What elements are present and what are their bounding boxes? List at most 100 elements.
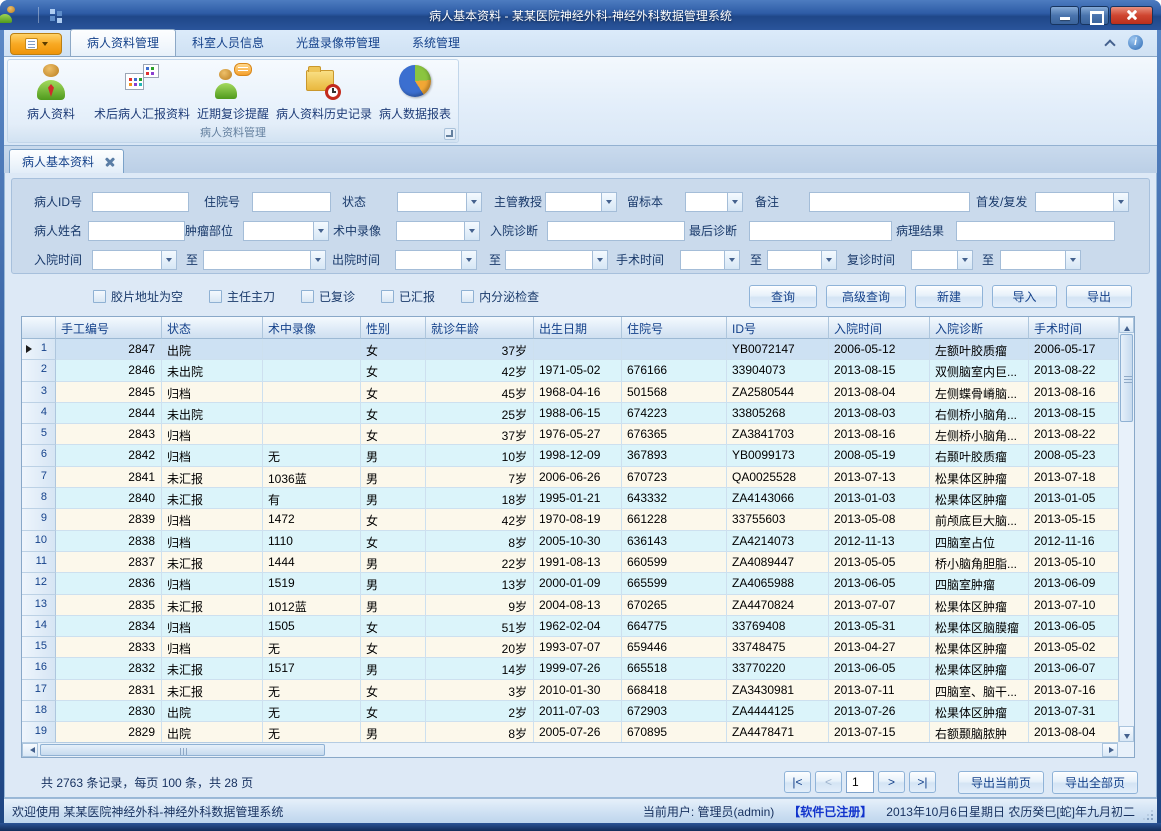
row-header[interactable]: 11 [22,552,56,573]
scroll-down-button[interactable] [1119,726,1134,742]
action-button[interactable]: 导入 [992,285,1057,308]
combo-dropdown-button[interactable] [313,222,328,240]
filter-input[interactable] [252,192,331,212]
column-header[interactable]: 就诊年龄 [426,317,534,339]
column-header[interactable]: 手工编号 [56,317,162,339]
filter-combo[interactable] [397,192,482,212]
ribbon-button-reminder[interactable]: 近期复诊提醒 [192,62,274,124]
column-header[interactable]: 入院诊断 [930,317,1029,339]
checkbox[interactable] [93,290,106,303]
table-row[interactable]: 132835未汇报1012蓝男9岁2004-08-13670265ZA44708… [22,595,1134,616]
filter-combo[interactable] [767,250,837,270]
column-header[interactable]: 术中录像 [263,317,361,339]
first-page-button[interactable]: |< [784,771,811,793]
quick-access-icon[interactable] [49,8,63,22]
export-current-page-button[interactable]: 导出当前页 [958,771,1044,794]
table-row[interactable]: 82840未汇报有男18岁1995-01-21643332ZA414306620… [22,488,1134,509]
table-row[interactable]: 42844未出院女25岁1988-06-15674223338052682013… [22,403,1134,424]
row-header[interactable]: 3 [22,382,56,403]
table-row[interactable]: 122836归档1519男13岁2000-01-09665599ZA406598… [22,573,1134,594]
column-header[interactable]: 住院号 [622,317,727,339]
filter-combo[interactable] [92,250,177,270]
table-row[interactable]: 162832未汇报1517男14岁1999-07-266655183377022… [22,658,1134,679]
checkbox[interactable] [209,290,222,303]
checkbox-item[interactable]: 已汇报 [381,288,435,305]
table-row[interactable]: 112837未汇报1444男22岁1991-08-13660599ZA40894… [22,552,1134,573]
collapse-ribbon-icon[interactable] [1105,40,1114,46]
ribbon-tab[interactable]: 光盘录像带管理 [280,30,396,56]
row-header[interactable]: 8 [22,488,56,509]
row-header[interactable]: 13 [22,595,56,616]
table-row[interactable]: 152833归档无女20岁1993-07-0765944633748475201… [22,637,1134,658]
table-row[interactable]: 12847出院女37岁YB00721472006-05-12左额叶胶质瘤2006… [22,339,1134,360]
row-header[interactable]: 5 [22,424,56,445]
row-header[interactable]: 18 [22,701,56,722]
checkbox-item[interactable]: 主任主刀 [209,288,275,305]
filter-input[interactable] [956,221,1115,241]
checkbox[interactable] [461,290,474,303]
combo-dropdown-button[interactable] [464,222,479,240]
combo-dropdown-button[interactable] [821,251,836,269]
filter-combo[interactable] [911,250,973,270]
row-header[interactable]: 4 [22,403,56,424]
column-header[interactable]: 入院时间 [829,317,930,339]
last-page-button[interactable]: >| [909,771,936,793]
table-row[interactable]: 22846未出院女42岁1971-05-02676166339040732013… [22,360,1134,381]
row-header[interactable]: 2 [22,360,56,381]
row-header[interactable]: 12 [22,573,56,594]
table-row[interactable]: 102838归档1110女8岁2005-10-30636143ZA4214073… [22,531,1134,552]
filter-combo[interactable] [203,250,326,270]
vertical-scrollbar[interactable] [1118,317,1134,742]
resize-grip[interactable] [1143,810,1153,820]
filter-input[interactable] [809,192,970,212]
row-header[interactable]: 7 [22,467,56,488]
ribbon-tab[interactable]: 病人资料管理 [70,29,176,56]
filter-combo[interactable] [243,221,329,241]
filter-input[interactable] [547,221,685,241]
row-header[interactable]: 17 [22,680,56,701]
combo-dropdown-button[interactable] [1065,251,1080,269]
table-row[interactable]: 192829出院无男8岁2005-07-26670895ZA4478471201… [22,722,1134,743]
combo-dropdown-button[interactable] [727,193,742,211]
filter-input[interactable] [88,221,185,241]
column-header[interactable]: 出生日期 [534,317,622,339]
checkbox[interactable] [301,290,314,303]
action-button[interactable]: 导出 [1066,285,1132,308]
combo-dropdown-button[interactable] [1113,193,1128,211]
ribbon-button-patient[interactable]: 病人资料 [10,62,92,124]
maximize-button[interactable] [1080,6,1109,25]
vertical-scroll-thumb[interactable] [1120,334,1133,422]
table-row[interactable]: 52843归档女37岁1976-05-27676365ZA38417032013… [22,424,1134,445]
combo-dropdown-button[interactable] [724,251,739,269]
horizontal-scroll-thumb[interactable] [40,744,325,756]
export-all-pages-button[interactable]: 导出全部页 [1052,771,1138,794]
column-header[interactable] [22,317,56,339]
table-row[interactable]: 92839归档1472女42岁1970-08-19661228337556032… [22,509,1134,530]
app-logo-icon[interactable] [10,6,28,24]
application-menu-button[interactable] [10,33,62,55]
combo-dropdown-button[interactable] [161,251,176,269]
combo-dropdown-button[interactable] [592,251,607,269]
column-header[interactable]: 性别 [361,317,426,339]
combo-dropdown-button[interactable] [461,251,476,269]
column-header[interactable]: ID号 [727,317,829,339]
filter-input[interactable] [92,192,189,212]
table-row[interactable]: 72841未汇报1036蓝男7岁2006-06-26670723QA002552… [22,467,1134,488]
checkbox-item[interactable]: 内分泌检查 [461,288,539,305]
row-header[interactable]: 16 [22,658,56,679]
query-button[interactable]: 查询 [749,285,817,308]
table-row[interactable]: 182830出院无女2岁2011-07-03672903ZA4444125201… [22,701,1134,722]
ribbon-button-report[interactable]: 病人数据报表 [374,62,456,124]
filter-combo[interactable] [1000,250,1081,270]
scroll-up-button[interactable] [1119,317,1134,333]
info-icon[interactable]: i [1128,35,1143,50]
next-page-button[interactable]: > [878,771,905,793]
page-number-input[interactable] [846,771,874,793]
filter-combo[interactable] [505,250,608,270]
table-row[interactable]: 172831未汇报无女3岁2010-01-30668418ZA343098120… [22,680,1134,701]
filter-combo[interactable] [680,250,740,270]
scroll-left-button[interactable] [22,743,38,757]
document-tab[interactable]: 病人基本资料 [9,149,124,173]
minimize-button[interactable] [1050,6,1079,25]
row-header[interactable]: 10 [22,531,56,552]
